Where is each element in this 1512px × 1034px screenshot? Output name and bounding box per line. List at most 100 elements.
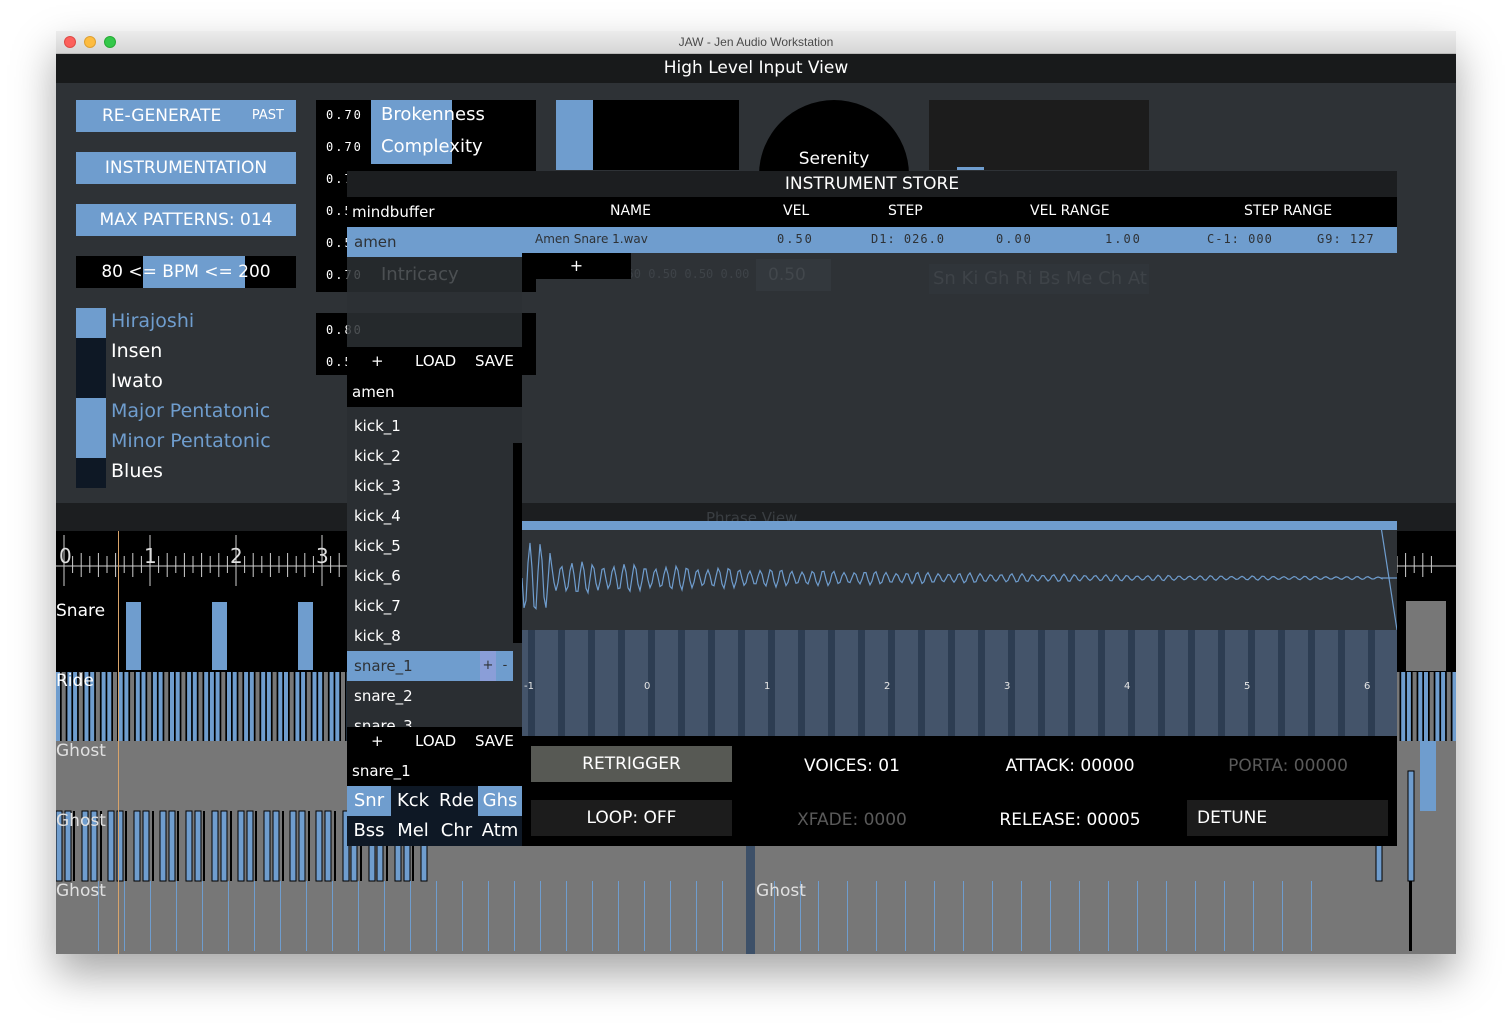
add-instrument-button[interactable]: + xyxy=(371,732,384,750)
instrument-item[interactable]: kick_6 xyxy=(347,561,513,591)
release-param[interactable]: RELEASE: 00005 xyxy=(970,810,1170,830)
save-instrument-button[interactable]: SAVE xyxy=(475,732,514,750)
scale-item[interactable]: Hirajoshi xyxy=(76,308,296,338)
add-bank-button[interactable]: + xyxy=(371,352,384,370)
sample-range-bar[interactable] xyxy=(522,521,1397,530)
detune-button[interactable]: DETUNE xyxy=(1187,800,1388,836)
scale-toggle[interactable] xyxy=(76,458,106,488)
bank-name-field[interactable]: amen xyxy=(347,377,522,407)
scale-toggle[interactable] xyxy=(76,308,106,338)
ghost-note xyxy=(125,811,127,881)
ride-note xyxy=(255,672,260,741)
sample-step[interactable]: D1: 026.0 xyxy=(871,232,945,246)
ride-note xyxy=(341,672,345,741)
scale-item[interactable]: Iwato xyxy=(76,368,296,398)
max-patterns-button[interactable]: MAX PATTERNS: 014 xyxy=(76,204,296,236)
save-bank-button[interactable]: SAVE xyxy=(475,352,514,370)
load-instrument-button[interactable]: LOAD xyxy=(415,732,456,750)
attack-param[interactable]: ATTACK: 00000 xyxy=(970,756,1170,776)
sample-step-min[interactable]: C-1: 000 xyxy=(1207,232,1273,246)
ghost-note xyxy=(230,811,232,881)
ghost-note xyxy=(1253,881,1254,951)
category-tab[interactable]: Atm xyxy=(478,816,522,846)
col-header-vel: VEL xyxy=(783,203,810,219)
ghost-note xyxy=(308,811,310,881)
instrument-item[interactable]: kick_7 xyxy=(347,591,513,621)
category-tab[interactable]: Kck xyxy=(391,786,435,816)
sample-vel-min[interactable]: 0.00 xyxy=(996,232,1033,246)
instrument-item[interactable]: kick_2 xyxy=(347,441,513,471)
timeline-stripes: -1 0 1 2 3 4 5 6 xyxy=(524,630,1405,736)
bpm-range-label: 80 <= BPM <= 200 xyxy=(101,262,271,282)
ghost-note xyxy=(211,810,219,882)
regenerate-button[interactable]: RE-GENERATE PAST xyxy=(76,100,296,132)
retrigger-button[interactable]: RETRIGGER xyxy=(531,746,732,782)
timeline-stripe xyxy=(858,630,865,736)
instrument-add-button[interactable]: + xyxy=(480,651,496,681)
snare-note xyxy=(298,602,313,670)
bank-item-amen[interactable]: amen xyxy=(347,227,522,257)
ghost-note xyxy=(254,881,255,951)
title-bar: JAW - Jen Audio Workstation xyxy=(56,31,1456,54)
waveform-view[interactable] xyxy=(521,519,1398,631)
scale-item[interactable]: Major Pentatonic xyxy=(76,398,296,428)
scale-toggle[interactable] xyxy=(76,398,106,428)
playhead[interactable] xyxy=(118,531,119,954)
instrument-item[interactable]: kick_8 xyxy=(347,621,513,651)
scale-toggle[interactable] xyxy=(76,368,106,398)
xy-pad[interactable] xyxy=(556,100,739,170)
instrument-list-scrollbar[interactable] xyxy=(513,443,522,643)
view-title: High Level Input View xyxy=(56,54,1456,83)
ghost-note xyxy=(124,881,125,951)
load-bank-button[interactable]: LOAD xyxy=(415,352,456,370)
sample-timeline[interactable]: -1 0 1 2 3 4 5 6 xyxy=(522,630,1405,736)
instrument-item[interactable]: kick_4 xyxy=(347,501,513,531)
ghost-note xyxy=(847,881,848,951)
category-tab[interactable]: Bss xyxy=(347,816,391,846)
instrument-item[interactable]: snare_2 xyxy=(347,681,513,711)
category-tab[interactable]: Mel xyxy=(391,816,435,846)
sample-vel[interactable]: 0.50 xyxy=(777,232,814,246)
instrument-item[interactable]: kick_3 xyxy=(347,471,513,501)
category-tab[interactable]: Chr xyxy=(435,816,478,846)
instrumentation-button[interactable]: INSTRUMENTATION xyxy=(76,152,296,184)
instrument-item[interactable]: kick_1 xyxy=(347,411,513,441)
ruler-label: 2 xyxy=(230,544,243,568)
ghost-note xyxy=(410,881,411,951)
loop-toggle[interactable]: LOOP: OFF xyxy=(531,800,732,836)
instrument-name-field[interactable]: snare_1 xyxy=(347,757,522,786)
category-tab[interactable]: Ghs xyxy=(478,786,522,816)
instrument-list[interactable]: kick_1 kick_2 kick_3 kick_4 kick_5 kick_6 kick… xyxy=(347,407,522,727)
sampler-params: RETRIGGER VOICES: 01 ATTACK: 00000 PORTA… xyxy=(522,736,1397,846)
sample-step-max[interactable]: G9: 127 xyxy=(1317,232,1375,246)
sample-table-row[interactable]: Amen Snare 1.wav 0.50 D1: 026.0 0.00 1.0… xyxy=(522,227,1397,253)
scale-item[interactable]: Blues xyxy=(76,458,296,488)
ride-note xyxy=(204,672,209,741)
instrument-remove-button[interactable]: - xyxy=(497,651,513,681)
timeline-stripe xyxy=(678,630,685,736)
bank-item-mindbuffer[interactable]: mindbuffer xyxy=(347,197,522,227)
sample-vel-max[interactable]: 1.00 xyxy=(1105,232,1142,246)
scale-item[interactable]: Insen xyxy=(76,338,296,368)
scale-name: Major Pentatonic xyxy=(111,400,271,422)
timeline-stripe xyxy=(1158,630,1165,736)
ghost-note xyxy=(566,881,567,951)
voices-param[interactable]: VOICES: 01 xyxy=(752,756,952,776)
scale-toggle[interactable] xyxy=(76,428,106,458)
ghost-note xyxy=(1021,881,1022,951)
scale-toggle[interactable] xyxy=(76,338,106,368)
bpm-range-slider[interactable]: 80 <= BPM <= 200 xyxy=(76,256,296,288)
instrument-item[interactable]: snare_3 xyxy=(347,711,513,727)
ride-note xyxy=(249,672,254,741)
xfade-param[interactable]: XFADE: 0000 xyxy=(752,810,952,830)
instrument-item[interactable]: kick_5 xyxy=(347,531,513,561)
scale-item[interactable]: Minor Pentatonic xyxy=(76,428,296,458)
add-sample-button[interactable]: + xyxy=(522,253,631,279)
category-tab[interactable]: Rde xyxy=(435,786,478,816)
ghost-note xyxy=(133,810,141,882)
past-button[interactable]: PAST xyxy=(252,100,284,132)
porta-param[interactable]: PORTA: 00000 xyxy=(1188,756,1388,776)
instrument-item[interactable]: snare_1 + - xyxy=(347,651,513,681)
category-tab[interactable]: Snr xyxy=(347,786,391,816)
instrument-name: snare_2 xyxy=(354,687,413,705)
